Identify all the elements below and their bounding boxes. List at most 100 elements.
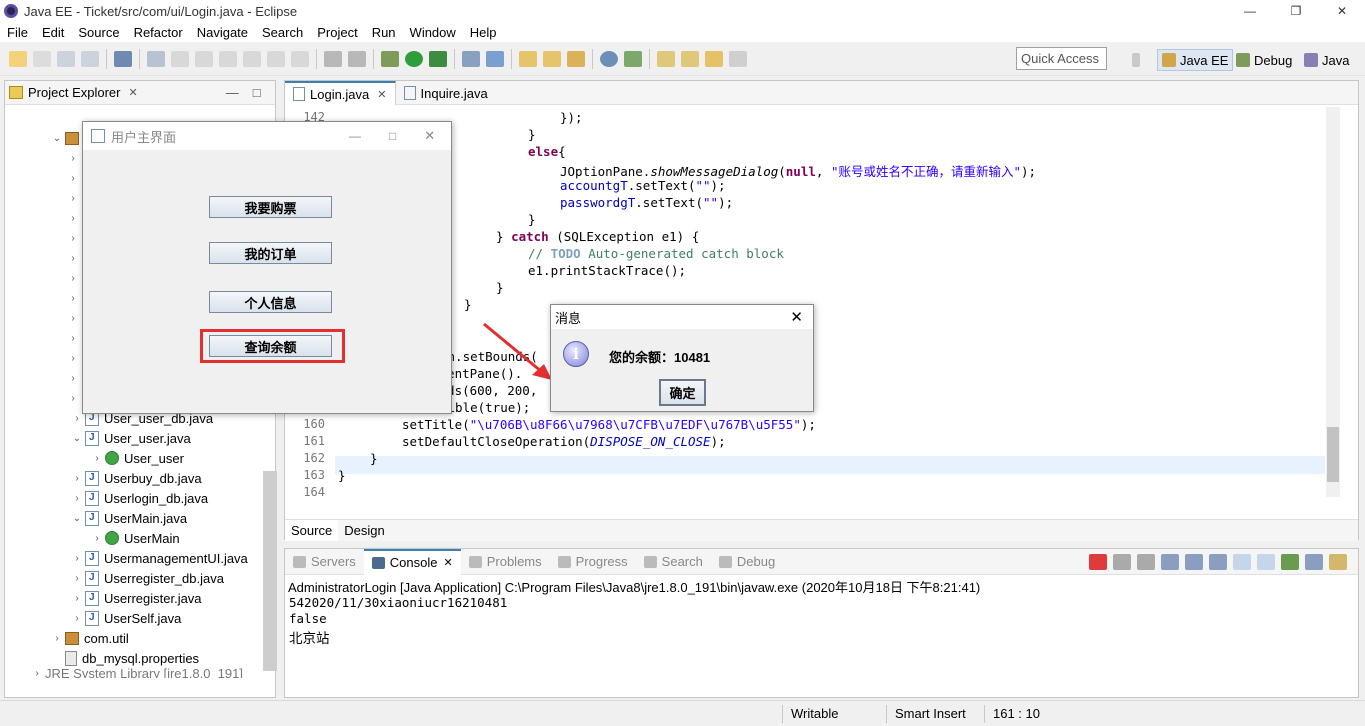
menu-source[interactable]: Source — [71, 25, 126, 40]
tree-item-userbuy-db[interactable]: ›Userbuy_db.java — [69, 468, 202, 488]
perspective-debug[interactable]: Debug — [1232, 49, 1296, 71]
tree-item-com-util[interactable]: › com.util — [49, 628, 128, 648]
print-icon[interactable] — [114, 50, 132, 67]
forward-icon[interactable] — [729, 50, 747, 67]
open-type-icon[interactable] — [519, 50, 537, 67]
debug-icon[interactable] — [381, 50, 399, 67]
tab-design[interactable]: Design — [338, 520, 390, 541]
clear-console-icon[interactable] — [1161, 553, 1179, 570]
tree-item-user-user[interactable]: ⌄User_user.java — [69, 428, 191, 448]
menu-run[interactable]: Run — [365, 25, 403, 40]
tree-item-usermain-class[interactable]: › UserMain — [89, 528, 179, 548]
buy-ticket-button[interactable]: 我要购票 — [209, 196, 332, 218]
resume-icon[interactable] — [171, 50, 189, 67]
web-browser-icon[interactable] — [600, 50, 618, 67]
tab-problems[interactable]: Problems — [461, 554, 550, 569]
run-icon[interactable] — [405, 50, 423, 67]
menu-navigate[interactable]: Navigate — [190, 25, 255, 40]
close-tab-icon[interactable]: ✕ — [377, 88, 386, 101]
edit-icon[interactable] — [567, 50, 585, 67]
ok-button[interactable]: 确定 — [659, 379, 706, 406]
tree-item-userself[interactable]: ›UserSelf.java — [69, 608, 181, 628]
word-wrap-icon[interactable] — [1209, 553, 1227, 570]
tree-item-usermain[interactable]: ⌄UserMain.java — [69, 508, 187, 528]
terminate-icon[interactable] — [219, 50, 237, 67]
tree-collapsed-row[interactable]: › — [65, 148, 81, 168]
display-console-icon[interactable] — [1305, 553, 1323, 570]
maximize-view-icon[interactable]: □ — [253, 85, 261, 100]
menu-window[interactable]: Window — [403, 25, 463, 40]
prev-annotation-icon[interactable] — [681, 50, 699, 67]
search-toolbar-icon[interactable] — [624, 50, 642, 67]
back-icon[interactable] — [705, 50, 723, 67]
perspective-java[interactable]: Java — [1300, 49, 1353, 71]
tree-collapsed-row[interactable]: › — [65, 268, 81, 288]
remove-launch-icon[interactable] — [1113, 553, 1131, 570]
tree-root-row[interactable]: ⌄ — [49, 128, 84, 148]
show-console-output-icon[interactable] — [1233, 553, 1251, 570]
new-server-icon[interactable] — [462, 50, 480, 67]
menu-project[interactable]: Project — [310, 25, 364, 40]
tree-collapsed-row[interactable]: › — [65, 188, 81, 208]
tree-collapsed-row[interactable]: › — [65, 328, 81, 348]
toggle-mark-icon[interactable] — [348, 50, 366, 67]
minimize-view-icon[interactable]: — — [226, 85, 239, 100]
personal-info-button[interactable]: 个人信息 — [209, 291, 332, 313]
tree-item-usermanagementui[interactable]: ›UsermanagementUI.java — [69, 548, 248, 568]
tree-item-db-mysql-properties[interactable]: db_mysql.properties — [65, 648, 199, 668]
open-icon[interactable] — [33, 50, 51, 67]
menu-edit[interactable]: Edit — [35, 25, 71, 40]
tree-collapsed-row[interactable]: › — [65, 308, 81, 328]
save-all-icon[interactable] — [81, 50, 99, 67]
open-perspective-icon[interactable] — [1128, 49, 1148, 71]
skip-breakpoints-icon[interactable] — [147, 50, 165, 67]
tree-collapsed-row[interactable]: › — [65, 248, 81, 268]
close-button[interactable]: ✕ — [790, 308, 803, 326]
show-console-error-icon[interactable] — [1257, 553, 1275, 570]
step-into-icon[interactable] — [243, 50, 261, 67]
open-console-icon[interactable] — [1329, 553, 1347, 570]
pin-console-icon[interactable] — [1281, 553, 1299, 570]
tab-console[interactable]: Console ✕ — [363, 548, 461, 575]
tab-inquire-java[interactable]: Inquire.java — [396, 81, 496, 105]
open-task-icon[interactable] — [543, 50, 561, 67]
tab-login-java[interactable]: Login.java ✕ — [285, 81, 396, 105]
tree-item-userlogin-db[interactable]: ›Userlogin_db.java — [69, 488, 208, 508]
tree-collapsed-row[interactable]: › — [65, 348, 81, 368]
close-button[interactable]: ✕ — [424, 128, 435, 144]
my-orders-button[interactable]: 我的订单 — [209, 242, 332, 264]
tree-collapsed-row[interactable]: › — [65, 208, 81, 228]
remove-all-icon[interactable] — [1137, 553, 1155, 570]
scrollbar-thumb[interactable] — [1327, 427, 1339, 482]
project-explorer-title[interactable]: Project Explorer — [28, 85, 120, 100]
perspective-javaee[interactable]: Java EE — [1157, 49, 1234, 71]
tree-collapsed-row[interactable]: › — [65, 388, 81, 408]
save-icon[interactable] — [57, 50, 75, 67]
tab-servers[interactable]: Servers — [285, 554, 364, 569]
new-java-class-icon[interactable] — [486, 50, 504, 67]
use-step-filters-icon[interactable] — [324, 50, 342, 67]
tree-collapsed-row[interactable]: › — [65, 368, 81, 388]
next-annotation-icon[interactable] — [657, 50, 675, 67]
menu-file[interactable]: File — [0, 25, 35, 40]
minimize-button[interactable]: — — [1227, 0, 1273, 22]
tab-debug[interactable]: Debug — [711, 554, 783, 569]
step-over-icon[interactable] — [267, 50, 285, 67]
scroll-lock-icon[interactable] — [1185, 553, 1203, 570]
close-button[interactable]: ✕ — [1319, 0, 1365, 22]
quick-access-input[interactable]: Quick Access — [1016, 47, 1107, 70]
new-icon[interactable] — [9, 50, 27, 67]
close-view-icon[interactable]: ✕ — [128, 86, 137, 99]
menu-search[interactable]: Search — [255, 25, 310, 40]
tree-collapsed-row[interactable]: › — [65, 288, 81, 308]
tree-collapsed-row[interactable]: › — [65, 228, 81, 248]
editor-scrollbar[interactable] — [1326, 107, 1340, 497]
maximize-button[interactable]: □ — [389, 129, 396, 143]
tree-item-jre-library[interactable]: › JRE System Library [jre1.8.0_191] — [29, 668, 243, 678]
explorer-scrollbar[interactable] — [263, 471, 277, 671]
terminate-icon[interactable] — [1089, 553, 1107, 570]
tree-collapsed-row[interactable]: › — [65, 168, 81, 188]
minimize-button[interactable]: — — [349, 129, 361, 143]
suspend-icon[interactable] — [195, 50, 213, 67]
step-return-icon[interactable] — [291, 50, 309, 67]
